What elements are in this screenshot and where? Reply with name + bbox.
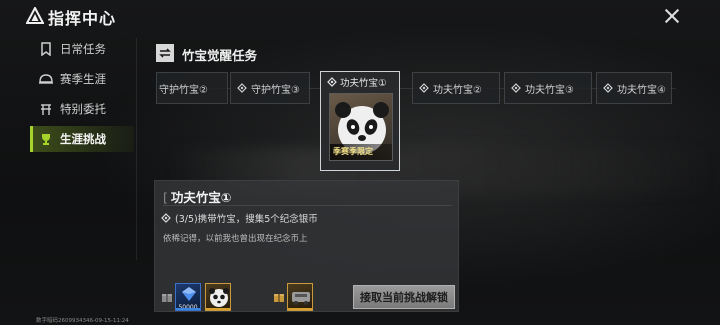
sidebar-item-label: 特别委托 [60,102,106,116]
reward-item-panda[interactable] [205,283,231,311]
title-bracket: [ [163,190,168,205]
sidebar-item-season-career[interactable]: 赛季生涯 [30,66,134,92]
sidebar-item-label: 赛季生涯 [60,72,106,86]
task-description: 依稀记得，以前我也曾出现在纪念币上 [163,234,308,244]
stage-label: 功夫竹宝① [340,78,387,89]
gift-icon [162,294,172,302]
task-objective: (3/5)携带竹宝，搜集5个纪念银币 [161,211,318,225]
helmet-icon [38,71,54,87]
challenge-detail-panel: [功夫竹宝① (3/5)携带竹宝，搜集5个纪念银币 依稀记得，以前我也曾出现在纪… [154,180,459,312]
task-text: (3/5)携带竹宝，搜集5个纪念银币 [175,214,318,225]
swap-arrows-icon [156,44,174,62]
reward-item-crate[interactable]: 50000 [175,283,201,311]
accept-challenge-button[interactable]: 接取当前挑战解锁 [353,285,455,309]
stage-label: 守护竹宝② [159,84,208,96]
stage-guard-2[interactable]: 守护竹宝② [156,72,228,104]
page-title: 指挥中心 [48,9,117,28]
stage-label: 功夫竹宝③ [525,84,574,96]
diamond-icon [237,83,247,93]
stage-kungfu-2[interactable]: 功夫竹宝② [412,72,500,104]
stage-kungfu-3[interactable]: 功夫竹宝③ [504,72,592,104]
stage-kungfu-1-selected[interactable]: 功夫竹宝① 季赛季限定 [320,71,400,171]
diamond-icon [327,77,337,87]
reward-item-skin[interactable] [287,283,313,311]
diamond-icon [419,83,429,93]
stage-kungfu-4[interactable]: 功夫竹宝④ [596,72,672,104]
top-bar: 指挥中心 [0,0,720,32]
panda-icon [209,288,229,307]
reward-group-right [271,281,351,313]
ledger-icon [38,101,54,117]
limited-badge: 季赛季限定 [330,144,392,160]
reward-count: 50000 [178,304,198,311]
vehicle-skin-icon [292,292,310,305]
footer-id-text: 数字暗码2609934346-09-15-11:24 [36,318,129,324]
command-logo-icon [26,7,44,24]
stage-label: 守护竹宝③ [251,84,300,96]
sidebar-item-career-challenge[interactable]: 生涯挑战 [30,126,134,152]
trophy-icon [38,131,54,147]
sidebar-item-daily-tasks[interactable]: 日常任务 [30,36,134,62]
sidebar-item-label: 生涯挑战 [60,132,106,146]
detail-title-text: 功夫竹宝① [170,190,232,205]
diamond-icon [603,83,613,93]
sidebar: 日常任务 赛季生涯 特别委托 生涯挑战 [0,34,140,264]
panel-divider [163,205,452,206]
diamond-icon [511,83,521,93]
diamond-icon [161,213,171,223]
blue-crate-icon [182,287,196,301]
panda-portrait: 季赛季限定 [329,93,393,161]
stage-label: 功夫竹宝④ [617,84,666,96]
stage-guard-3[interactable]: 守护竹宝③ [230,72,310,104]
stage-card-label: 功夫竹宝① [327,75,387,89]
close-button[interactable] [662,6,682,26]
stage-label: 功夫竹宝② [433,84,482,96]
reward-group-left: 50000 [155,281,235,313]
bookmark-icon [38,41,54,57]
section-title: 竹宝觉醒任务 [182,48,258,63]
sidebar-item-label: 日常任务 [60,42,106,56]
sidebar-item-special-commission[interactable]: 特别委托 [30,96,134,122]
detail-title: [功夫竹宝① [163,187,231,206]
gift-icon [274,294,284,302]
